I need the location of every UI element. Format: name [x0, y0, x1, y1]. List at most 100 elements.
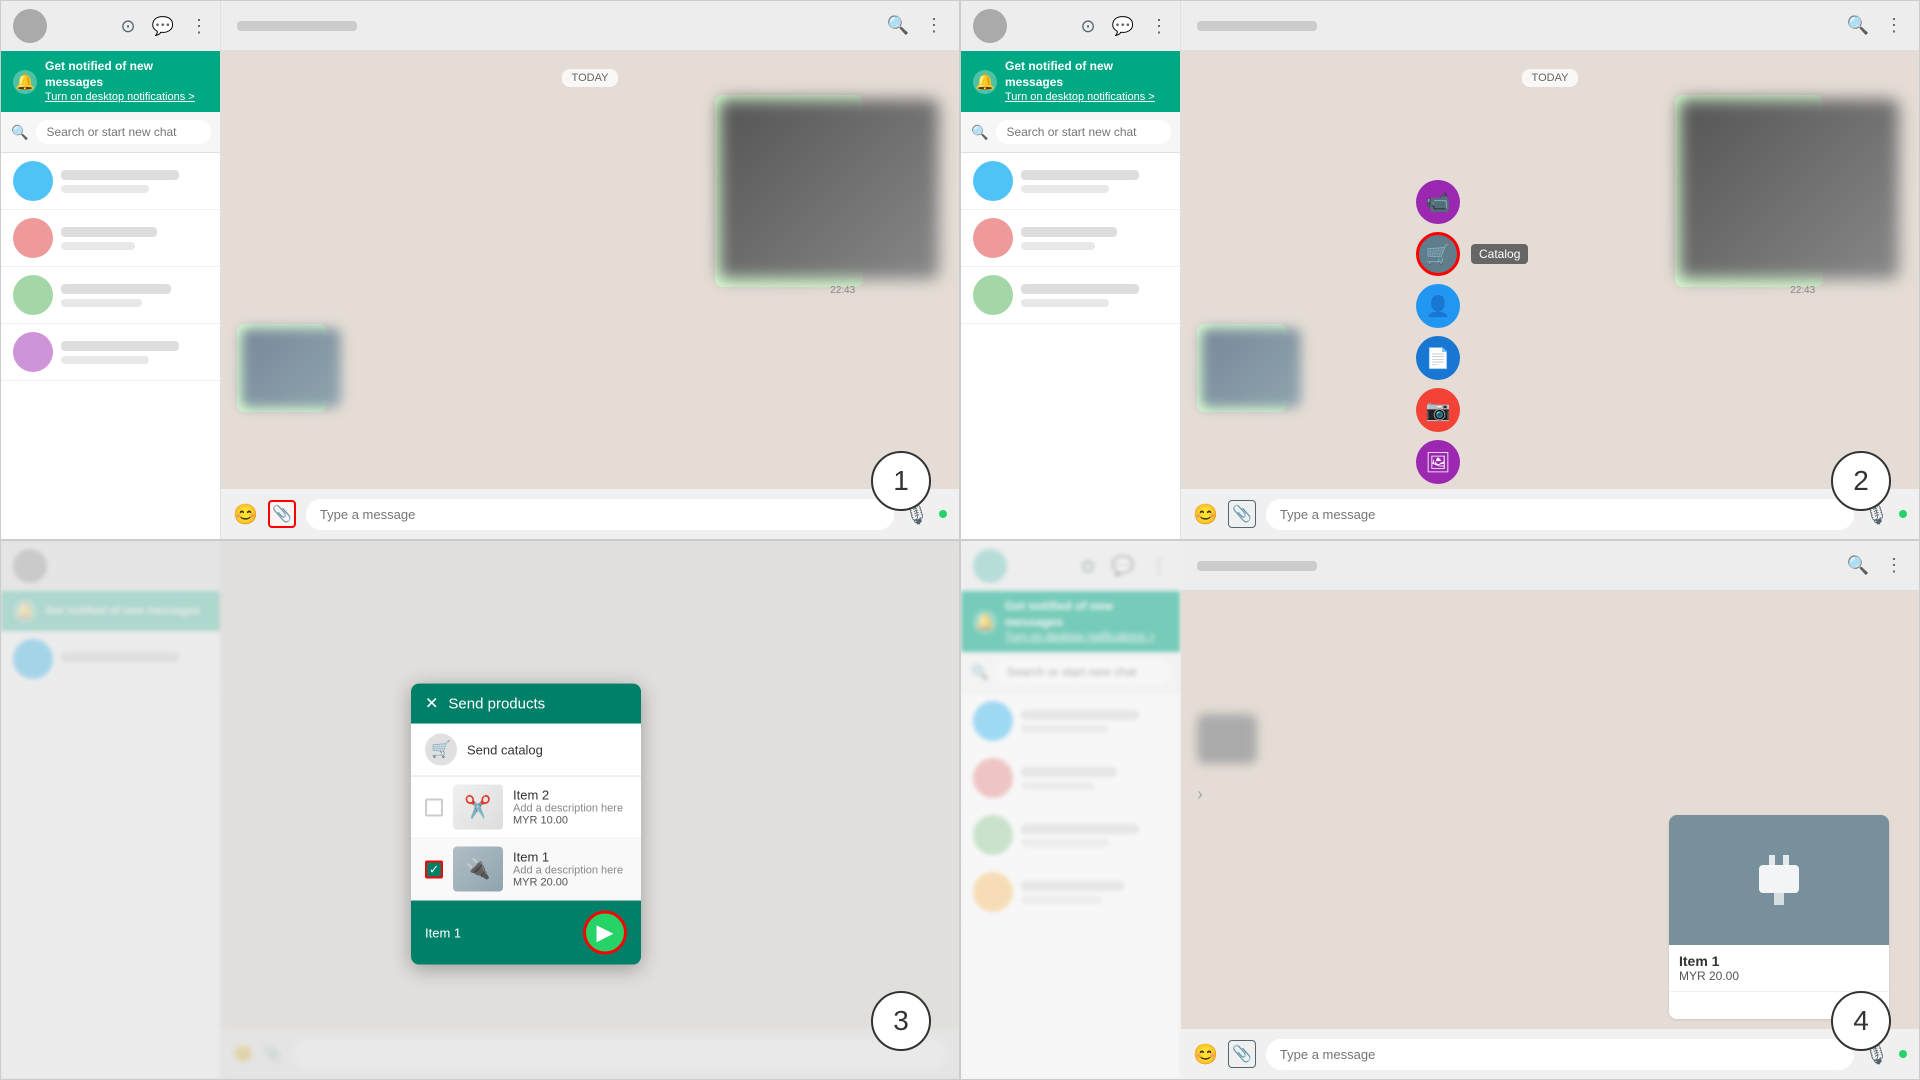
more-options-icon4[interactable]: ⋮: [1885, 555, 1903, 576]
menu-icon[interactable]: ⋮: [190, 16, 208, 37]
step4-search-input[interactable]: [996, 660, 1171, 684]
camera-attach-button[interactable]: 📷: [1416, 388, 1460, 432]
chat-icon4[interactable]: 💬: [1112, 556, 1134, 577]
more-options-icon[interactable]: ⋮: [925, 15, 943, 36]
step1-message-input[interactable]: [306, 499, 894, 530]
chat-avatar: [973, 218, 1013, 258]
step3-send-catalog-row[interactable]: 🛒 Send catalog: [411, 724, 641, 777]
community-icon[interactable]: ⊙: [120, 16, 135, 37]
attach-button[interactable]: 📎: [268, 500, 296, 528]
chat-info: [1021, 710, 1168, 733]
step2-message-input[interactable]: [1266, 499, 1854, 530]
step3-product-item1[interactable]: 🔌 Item 1 Add a description here MYR 20.0…: [411, 839, 641, 901]
chat-title-blur: [237, 21, 357, 31]
chat-avatar: [973, 161, 1013, 201]
chat-list-item[interactable]: [961, 267, 1180, 324]
chat-avatar: [13, 218, 53, 258]
search-chat-icon4[interactable]: 🔍: [1847, 555, 1869, 576]
step4-sidebar: ⊙ 💬 ⋮ 🔔 Get notified of new messages Tur…: [961, 541, 1181, 1079]
more-options-icon2[interactable]: ⋮: [1885, 15, 1903, 36]
step3-user-avatar: [13, 549, 47, 583]
chat-preview-blur: [61, 356, 149, 364]
chat-preview-blur: [61, 299, 142, 307]
step3-catalog-label: Send catalog: [467, 742, 543, 757]
chat-list-item: [1, 631, 220, 688]
step2-search-bar: 🔍: [961, 112, 1180, 153]
step3-product1-image: 🔌: [453, 847, 503, 892]
chat-info: [61, 652, 208, 667]
catalog-attach-button[interactable]: 🛒 Catalog: [1416, 232, 1460, 276]
step4-product-name: Item 1: [1679, 953, 1879, 969]
step3-product2-checkbox[interactable]: [425, 798, 443, 816]
step1-search-input[interactable]: [36, 120, 211, 144]
chat-name-blur: [1021, 227, 1117, 237]
chat-avatar: [13, 161, 53, 201]
chat-name-blur: [61, 227, 157, 237]
emoji-button2[interactable]: 😊: [1193, 502, 1218, 527]
step1-sidebar-header: ⊙ 💬 ⋮: [1, 1, 220, 51]
chat-info: [61, 341, 208, 364]
chat-title-blur2: [1197, 21, 1317, 31]
chat-title-blur4: [1197, 561, 1317, 571]
emoji-button[interactable]: 😊: [233, 502, 258, 527]
chat-list-item[interactable]: [961, 750, 1180, 807]
document-attach-button[interactable]: 📄: [1416, 336, 1460, 380]
step3-product1-desc: Add a description here: [513, 865, 627, 877]
chat-avatar: [13, 639, 53, 679]
step3-product1-checkbox[interactable]: [425, 860, 443, 878]
chat-preview-blur: [1021, 185, 1109, 193]
step2-attachment-menu: 📹 🛒 Catalog 👤 📄 📷 🖼: [1416, 180, 1460, 484]
chat-list-item[interactable]: [961, 807, 1180, 864]
contact-attach-button[interactable]: 👤: [1416, 284, 1460, 328]
chat-preview-blur: [1021, 782, 1095, 790]
step4-message-input[interactable]: [1266, 1039, 1854, 1070]
video-attach-button[interactable]: 📹: [1416, 180, 1460, 224]
chat-list-item[interactable]: [1, 324, 220, 381]
step1-search-bar: 🔍: [1, 112, 220, 153]
step4-product-message: Item 1 MYR 20.00 View: [1669, 815, 1889, 1019]
chat-list-item[interactable]: [1, 153, 220, 210]
attach-button2[interactable]: 📎: [1228, 500, 1256, 528]
step2-chat-area: 🔍 ⋮ TODAY 22:43 📹: [1181, 1, 1919, 539]
step2-header-icons: ⊙ 💬 ⋮: [1080, 16, 1168, 37]
chat-name-blur: [1021, 767, 1117, 777]
step1-chat-header-icons: 🔍 ⋮: [887, 15, 943, 36]
chat-list-item[interactable]: [1, 210, 220, 267]
chat-info: [1021, 767, 1168, 790]
step2-notification-text: Get notified of new messages Turn on des…: [1005, 59, 1168, 104]
menu-icon2[interactable]: ⋮: [1150, 16, 1168, 37]
step1-time: 22:43: [826, 283, 859, 298]
step3-close-button[interactable]: ✕: [425, 694, 438, 714]
online-dot2: [1899, 510, 1907, 518]
search-chat-icon2[interactable]: 🔍: [1847, 15, 1869, 36]
menu-icon4[interactable]: ⋮: [1150, 556, 1168, 577]
chat-list-item[interactable]: [961, 693, 1180, 750]
blurred-image: [719, 99, 939, 279]
gallery-attach-button[interactable]: 🖼: [1416, 440, 1460, 484]
step2-image-message: 22:43: [1675, 95, 1903, 298]
step3-product-item2[interactable]: ✂️ Item 2 Add a description here MYR 10.…: [411, 777, 641, 839]
community-icon2[interactable]: ⊙: [1080, 16, 1095, 37]
step2-search-input[interactable]: [996, 120, 1171, 144]
search-chat-icon[interactable]: 🔍: [887, 15, 909, 36]
community-icon4[interactable]: ⊙: [1080, 556, 1095, 577]
attach-button4[interactable]: 📎: [1228, 1040, 1256, 1068]
chat-list-item[interactable]: [961, 210, 1180, 267]
chat-list-item[interactable]: [1, 267, 220, 324]
step3-send-button[interactable]: ▶: [583, 911, 627, 955]
step3-product1-name: Item 1: [513, 850, 627, 865]
emoji-button4[interactable]: 😊: [1193, 1042, 1218, 1067]
search-icon4: 🔍: [971, 664, 988, 681]
step4-messages-area: › Item 1 MYR 20.00 View: [1181, 591, 1919, 1029]
step3-number: 3: [871, 991, 931, 1051]
chat-avatar: [973, 275, 1013, 315]
chat-list-item[interactable]: [961, 153, 1180, 210]
chat-avatar: [973, 758, 1013, 798]
step4-sidebar-header: ⊙ 💬 ⋮: [961, 541, 1180, 591]
chat-icon[interactable]: 💬: [152, 16, 174, 37]
step3-notification-bar: 🔔 Get notified of new messages: [1, 591, 220, 631]
chat-icon2[interactable]: 💬: [1112, 16, 1134, 37]
chat-list-item[interactable]: [961, 864, 1180, 921]
step3-footer-item-name: Item 1: [425, 925, 461, 940]
step3-product2-name: Item 2: [513, 788, 627, 803]
